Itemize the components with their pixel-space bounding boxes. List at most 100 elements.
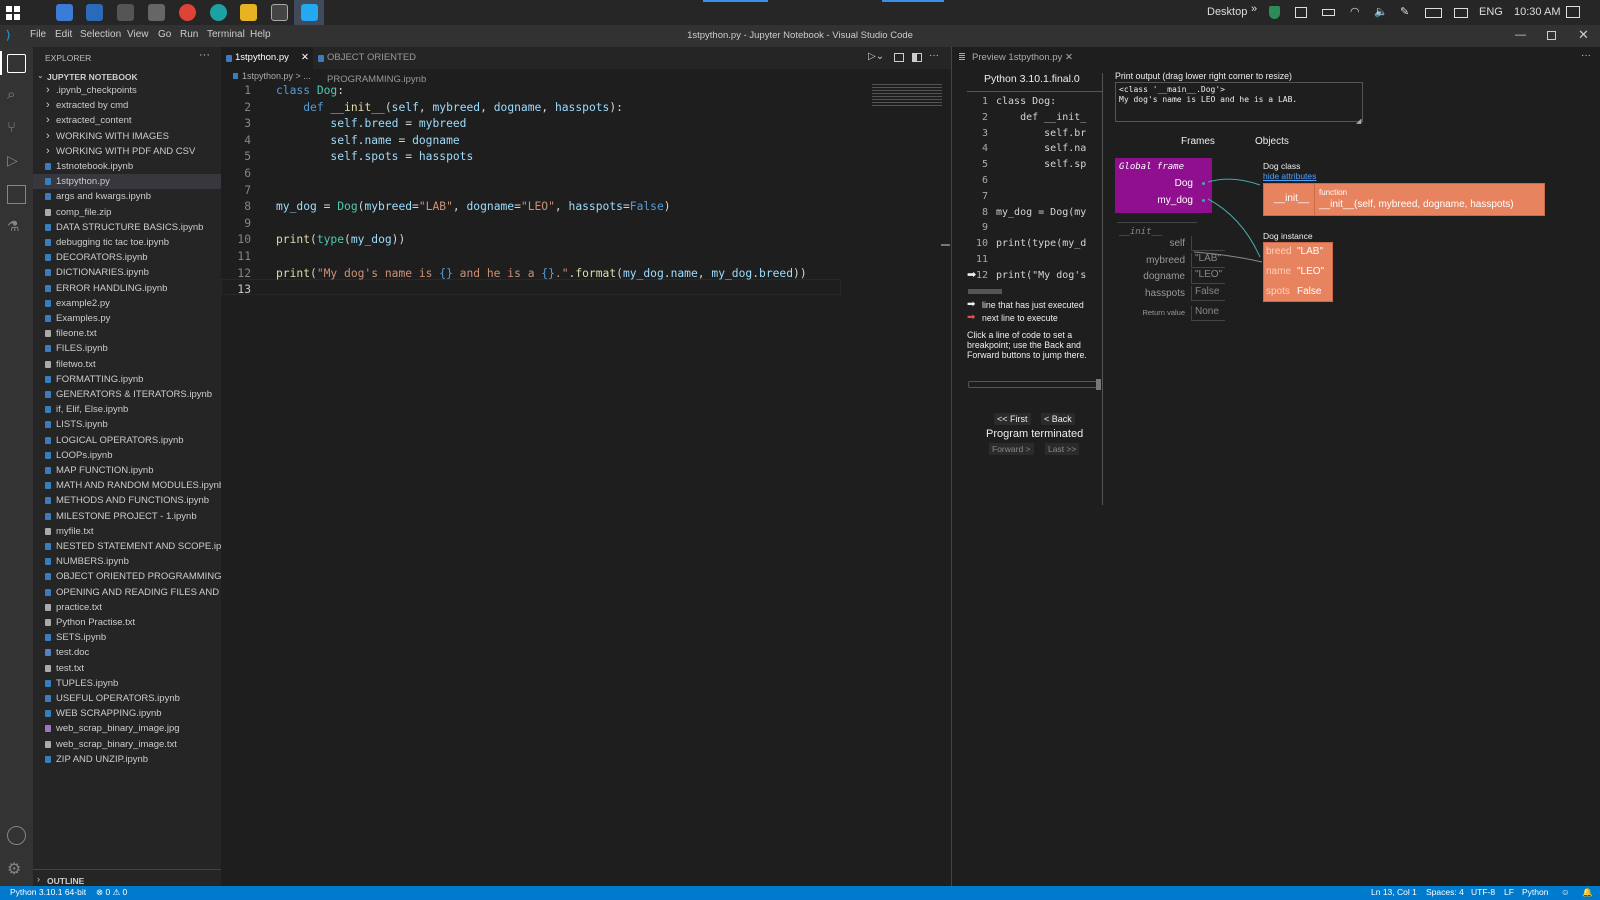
file-tree-item[interactable]: debugging tic tac toe.ipynb (33, 235, 221, 250)
interpreter-indicator[interactable]: Python 3.10.1 64-bit (10, 887, 86, 897)
file-tree-item[interactable]: MAP FUNCTION.ipynb (33, 463, 221, 478)
file-tree-item[interactable]: SETS.ipynb (33, 630, 221, 645)
file-explorer-icon[interactable] (240, 4, 257, 21)
cursor-position[interactable]: Ln 13, Col 1 (1371, 887, 1417, 897)
close-icon[interactable]: ✕ (1578, 27, 1589, 43)
breadcrumb[interactable]: 1stpython.py > ... (233, 71, 311, 81)
workspace-section-title[interactable]: JUPYTER NOTEBOOK (47, 72, 138, 82)
file-tree-item[interactable]: Examples.py (33, 311, 221, 326)
clock[interactable]: 10:30 AM (1514, 0, 1560, 25)
drive-icon[interactable] (1295, 7, 1307, 18)
first-button[interactable]: << First (994, 413, 1031, 425)
open-changes-icon[interactable] (894, 53, 904, 62)
file-tree-item[interactable]: OPENING AND READING FILES AND FO... (33, 585, 221, 600)
run-python-icon[interactable]: ▷⌄ (868, 51, 884, 62)
last-button[interactable]: Last >> (1045, 443, 1080, 455)
outline-chevron-icon[interactable]: › (37, 874, 40, 884)
minimize-icon[interactable]: — (1515, 29, 1526, 41)
preview-tab[interactable]: ≣ Preview 1stpython.py ✕ (952, 47, 1077, 69)
file-tree-item[interactable]: › extracted_content (33, 113, 221, 128)
settings-gear-icon[interactable]: ⚙ (7, 859, 26, 878)
file-tree-item[interactable]: if, Elif, Else.ipynb (33, 402, 221, 417)
file-tree-item[interactable]: ERROR HANDLING.ipynb (33, 281, 221, 296)
wifi-icon[interactable]: ◠ (1350, 0, 1360, 25)
language-mode[interactable]: Python (1522, 887, 1548, 897)
file-tree-item[interactable]: DICTIONARIES.ipynb (33, 265, 221, 280)
print-output-box[interactable]: <class '__main__.Dog'> My dog's name is … (1115, 82, 1363, 122)
trace-code-line[interactable]: my_dog = Dog(my (996, 207, 1100, 218)
file-tree-item[interactable]: LOGICAL OPERATORS.ipynb (33, 433, 221, 448)
file-tree-item[interactable]: comp_file.zip (33, 205, 221, 220)
trace-code-line[interactable]: self.sp (996, 159, 1100, 170)
pen-icon[interactable]: ✎ (1400, 0, 1409, 25)
file-tree-item[interactable]: test.doc (33, 645, 221, 660)
trace-code-line[interactable]: print("My dog's (996, 270, 1100, 281)
trace-code-line[interactable]: class Dog: (996, 96, 1100, 107)
file-tree-item[interactable]: METHODS AND FUNCTIONS.ipynb (33, 493, 221, 508)
trace-code-line[interactable]: self.na (996, 143, 1100, 154)
chrome-icon[interactable] (179, 4, 196, 21)
minimap[interactable] (872, 84, 942, 106)
file-tree-item[interactable]: 1stnotebook.ipynb (33, 159, 221, 174)
file-tree-item[interactable]: GENERATORS & ITERATORS.ipynb (33, 387, 221, 402)
file-tree-item[interactable]: DATA STRUCTURE BASICS.ipynb (33, 220, 221, 235)
file-tree-item[interactable]: practice.txt (33, 600, 221, 615)
more-actions-icon[interactable]: ··· (199, 49, 210, 61)
step-slider[interactable] (968, 381, 1101, 388)
source-control-icon[interactable]: ⑂ (7, 119, 26, 138)
close-tab-icon[interactable]: ✕ (301, 47, 309, 69)
trace-code-line[interactable]: def __init_ (996, 112, 1100, 123)
file-tree-item[interactable]: › .ipynb_checkpoints (33, 83, 221, 98)
run-debug-icon[interactable]: ▷ (7, 152, 26, 171)
file-tree-item[interactable]: TUPLES.ipynb (33, 676, 221, 691)
mail-app-icon[interactable] (86, 4, 103, 21)
file-tree-item[interactable]: WEB SCRAPPING.ipynb (33, 706, 221, 721)
calculator-app-icon[interactable] (117, 4, 134, 21)
keyboard-icon[interactable] (1425, 8, 1442, 18)
resize-handle-icon[interactable]: ◢ (1356, 117, 1361, 125)
edge-icon[interactable] (210, 4, 227, 21)
outline-section-title[interactable]: OUTLINE (47, 876, 84, 886)
terminal-icon[interactable] (271, 4, 288, 21)
language-indicator[interactable]: ENG (1479, 0, 1503, 25)
file-tree-item[interactable]: NESTED STATEMENT AND SCOPE.ipynb (33, 539, 221, 554)
back-button[interactable]: < Back (1041, 413, 1075, 425)
windows-start-icon[interactable] (6, 6, 20, 20)
trace-code-line[interactable]: print(type(my_d (996, 238, 1100, 249)
file-tree-item[interactable]: fileone.txt (33, 326, 221, 341)
encoding[interactable]: UTF-8 (1471, 887, 1495, 897)
trace-scrollbar[interactable] (968, 289, 1002, 294)
camera-app-icon[interactable] (148, 4, 165, 21)
close-preview-icon[interactable]: ✕ (1065, 47, 1073, 69)
feedback-icon[interactable]: ☺ (1561, 887, 1570, 897)
slider-handle[interactable] (1096, 379, 1101, 390)
file-tree-item[interactable]: OBJECT ORIENTED PROGRAMMING.ipy... (33, 569, 221, 584)
account-icon[interactable] (7, 826, 26, 845)
problems-indicator[interactable]: ⊗ 0 ⚠ 0 (96, 887, 127, 898)
file-tree-item[interactable]: test.txt (33, 661, 221, 676)
indentation[interactable]: Spaces: 4 (1426, 887, 1464, 897)
file-tree-item[interactable]: web_scrap_binary_image.jpg (33, 721, 221, 736)
split-editor-icon[interactable] (912, 53, 922, 62)
search-icon[interactable]: ⌕ (7, 86, 26, 105)
tab-1stpython[interactable]: 1stpython.py ✕ (221, 47, 313, 69)
section-chevron-icon[interactable]: ⌄ (37, 71, 44, 80)
file-tree-item[interactable]: FILES.ipynb (33, 341, 221, 356)
file-tree-item[interactable]: MATH AND RANDOM MODULES.ipynb (33, 478, 221, 493)
file-tree-item[interactable]: web_scrap_binary_image.txt (33, 737, 221, 752)
file-tree-item[interactable]: args and kwargs.ipynb (33, 189, 221, 204)
file-tree-item[interactable]: › WORKING WITH PDF AND CSV (33, 144, 221, 159)
shield-icon[interactable] (1269, 6, 1280, 19)
extensions-icon[interactable] (7, 185, 26, 204)
code-area[interactable]: class Dog: def __init__(self, mybreed, d… (221, 84, 861, 884)
file-tree-item[interactable]: › WORKING WITH IMAGES (33, 129, 221, 144)
file-tree-item[interactable]: › extracted by cmd (33, 98, 221, 113)
display-icon[interactable] (1454, 8, 1468, 18)
restore-icon[interactable] (1547, 31, 1556, 40)
tab-oop-notebook[interactable]: OBJECT ORIENTED PROGRAMMING.ipynb (313, 47, 513, 85)
trace-code[interactable]: 1 class Dog: 2 def __init_ 3 self.br 4 self.… (966, 96, 1102, 286)
calendar-app-icon[interactable] (56, 4, 73, 21)
battery-icon[interactable] (1322, 9, 1335, 16)
file-tree-item[interactable]: filetwo.txt (33, 357, 221, 372)
file-tree-item[interactable]: 1stpython.py (33, 174, 221, 190)
